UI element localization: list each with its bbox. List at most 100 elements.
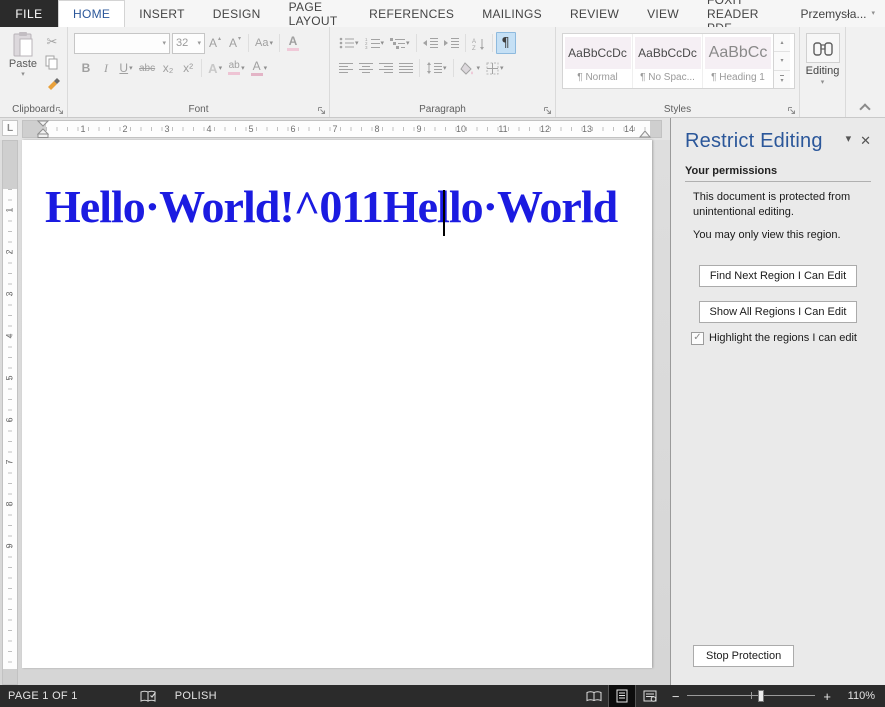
subscript-button[interactable]: x₂ <box>158 57 178 79</box>
numbered-list-icon: 123 <box>365 37 380 49</box>
align-right-button[interactable] <box>376 57 396 79</box>
show-all-regions-button[interactable]: Show All Regions I Can Edit <box>699 301 858 323</box>
vertical-ruler[interactable]: 123456789 <box>2 140 18 685</box>
style-normal[interactable]: AaBbCcDc ¶ Normal <box>563 34 633 88</box>
pane-options-chevron-icon[interactable]: ▾ <box>846 134 852 145</box>
font-color-icon: A <box>251 60 263 76</box>
collapse-ribbon-icon[interactable] <box>860 102 869 111</box>
zoom-out-button[interactable]: − <box>664 690 688 703</box>
find-next-region-button[interactable]: Find Next Region I Can Edit <box>699 265 857 287</box>
style-no-spacing[interactable]: AaBbCcDc ¶ No Spac... <box>633 34 703 88</box>
superscript-icon: x² <box>183 61 193 75</box>
zoom-slider-handle[interactable] <box>758 690 764 702</box>
tab-insert[interactable]: INSERT <box>125 0 199 27</box>
account-menu[interactable]: Przemysła... ▾ <box>794 0 885 27</box>
styles-more-button[interactable]: ▾ <box>774 71 790 88</box>
web-layout-button[interactable] <box>636 685 664 707</box>
binoculars-icon <box>813 41 833 56</box>
text-effects-button[interactable]: A▾ <box>205 57 225 79</box>
shading-button[interactable]: ▾ <box>457 57 484 79</box>
chevron-down-icon: ▾ <box>406 40 410 47</box>
language-indicator[interactable]: POLISH <box>175 690 217 702</box>
superscript-button[interactable]: x² <box>178 57 198 79</box>
style-heading-1[interactable]: AaBbCc ¶ Heading 1 <box>703 34 773 88</box>
editing-button[interactable]: Editing ▾ <box>800 27 845 86</box>
grow-font-icon: A <box>209 36 217 50</box>
stop-protection-button[interactable]: Stop Protection <box>693 645 794 667</box>
permissions-text-2: You may only view this region. <box>693 228 865 243</box>
align-center-icon <box>359 62 373 74</box>
chevron-down-icon: ▾ <box>443 65 447 72</box>
styles-dialog-launcher[interactable] <box>787 106 796 115</box>
font-dialog-launcher[interactable] <box>317 106 326 115</box>
show-hide-formatting-button[interactable]: ¶ <box>496 32 516 54</box>
zoom-in-button[interactable]: + <box>815 690 839 703</box>
bold-button[interactable]: B <box>76 57 96 79</box>
tab-design[interactable]: DESIGN <box>199 0 275 27</box>
strikethrough-button[interactable]: abc <box>136 57 158 79</box>
justify-button[interactable] <box>396 57 416 79</box>
paragraph-dialog-launcher[interactable] <box>543 106 552 115</box>
proofing-status-icon[interactable] <box>140 690 157 703</box>
print-layout-icon <box>616 689 628 703</box>
tab-stop-icon: L <box>7 123 13 134</box>
page-indicator[interactable]: PAGE 1 OF 1 <box>0 690 78 702</box>
document-text[interactable]: Hello·World!^011Hello·World <box>45 180 617 233</box>
indent-marker[interactable] <box>37 120 49 138</box>
change-case-button[interactable]: Aa▾ <box>252 32 276 54</box>
text-highlight-button[interactable]: ab ▾ <box>225 57 248 79</box>
line-spacing-button[interactable]: ▾ <box>423 57 450 79</box>
tab-references[interactable]: REFERENCES <box>355 0 468 27</box>
sort-button[interactable]: AZ <box>469 32 489 54</box>
tab-page-layout[interactable]: PAGE LAYOUT <box>275 0 356 27</box>
font-name-combobox[interactable]: ▾ <box>74 33 170 54</box>
text-effects-icon: A <box>208 61 217 76</box>
print-layout-button[interactable] <box>608 685 636 707</box>
decrease-indent-button[interactable] <box>420 32 441 54</box>
checkbox-checked-icon[interactable]: ✓ <box>691 332 704 345</box>
tab-mailings[interactable]: MAILINGS <box>468 0 556 27</box>
increase-indent-button[interactable] <box>441 32 462 54</box>
multilevel-list-button[interactable]: ▾ <box>387 32 413 54</box>
format-painter-button[interactable] <box>42 73 62 91</box>
styles-scroll-down-button[interactable]: ▾ <box>774 52 790 70</box>
tab-stop-selector[interactable]: L <box>2 120 18 136</box>
paste-button[interactable]: Paste ▾ <box>4 31 42 91</box>
cut-button[interactable]: ✂ <box>42 33 62 51</box>
borders-button[interactable]: ▾ <box>483 57 507 79</box>
grow-font-button[interactable]: A▴ <box>205 32 225 54</box>
copy-button[interactable] <box>42 53 62 71</box>
shrink-font-button[interactable]: A▾ <box>225 32 245 54</box>
zoom-level[interactable]: 110% <box>839 690 885 702</box>
numbering-button[interactable]: 123 ▾ <box>362 32 388 54</box>
document-page[interactable]: Hello·World!^011Hello·World <box>22 140 652 668</box>
highlight-regions-label: Highlight the regions I can edit <box>709 332 857 344</box>
align-center-button[interactable] <box>356 57 376 79</box>
paste-label: Paste <box>9 58 37 70</box>
pane-close-icon[interactable]: ✕ <box>860 134 871 147</box>
zoom-slider[interactable] <box>687 685 815 707</box>
read-mode-button[interactable] <box>580 685 608 707</box>
format-painter-icon <box>45 75 60 90</box>
horizontal-ruler[interactable]: 1234567891011121314 <box>22 120 662 138</box>
font-color-button[interactable]: A ▾ <box>248 57 271 79</box>
text-cursor <box>443 190 445 236</box>
styles-scroll-up-button[interactable]: ▴ <box>774 34 790 52</box>
tab-foxit-reader-pdf[interactable]: FOXIT READER PDF <box>693 0 795 27</box>
tab-file[interactable]: FILE <box>0 0 58 27</box>
clear-formatting-button[interactable]: A <box>283 32 303 54</box>
bullets-button[interactable]: ▾ <box>336 32 362 54</box>
tab-view[interactable]: VIEW <box>633 0 693 27</box>
font-size-combobox[interactable]: 32 ▾ <box>172 33 205 54</box>
tab-home[interactable]: HOME <box>58 0 125 27</box>
align-left-button[interactable] <box>336 57 356 79</box>
underline-icon: U <box>119 61 128 75</box>
tab-review[interactable]: REVIEW <box>556 0 633 27</box>
right-indent-marker[interactable] <box>639 131 651 138</box>
italic-button[interactable]: I <box>96 57 116 79</box>
clipboard-dialog-launcher[interactable] <box>55 106 64 115</box>
change-case-icon: Aa <box>255 37 268 49</box>
restrict-editing-pane: Restrict Editing ▾ ✕ Your permissions Th… <box>670 118 885 685</box>
underline-button[interactable]: U▾ <box>116 57 136 79</box>
highlight-regions-checkbox-row[interactable]: ✓ Highlight the regions I can edit <box>691 332 871 345</box>
